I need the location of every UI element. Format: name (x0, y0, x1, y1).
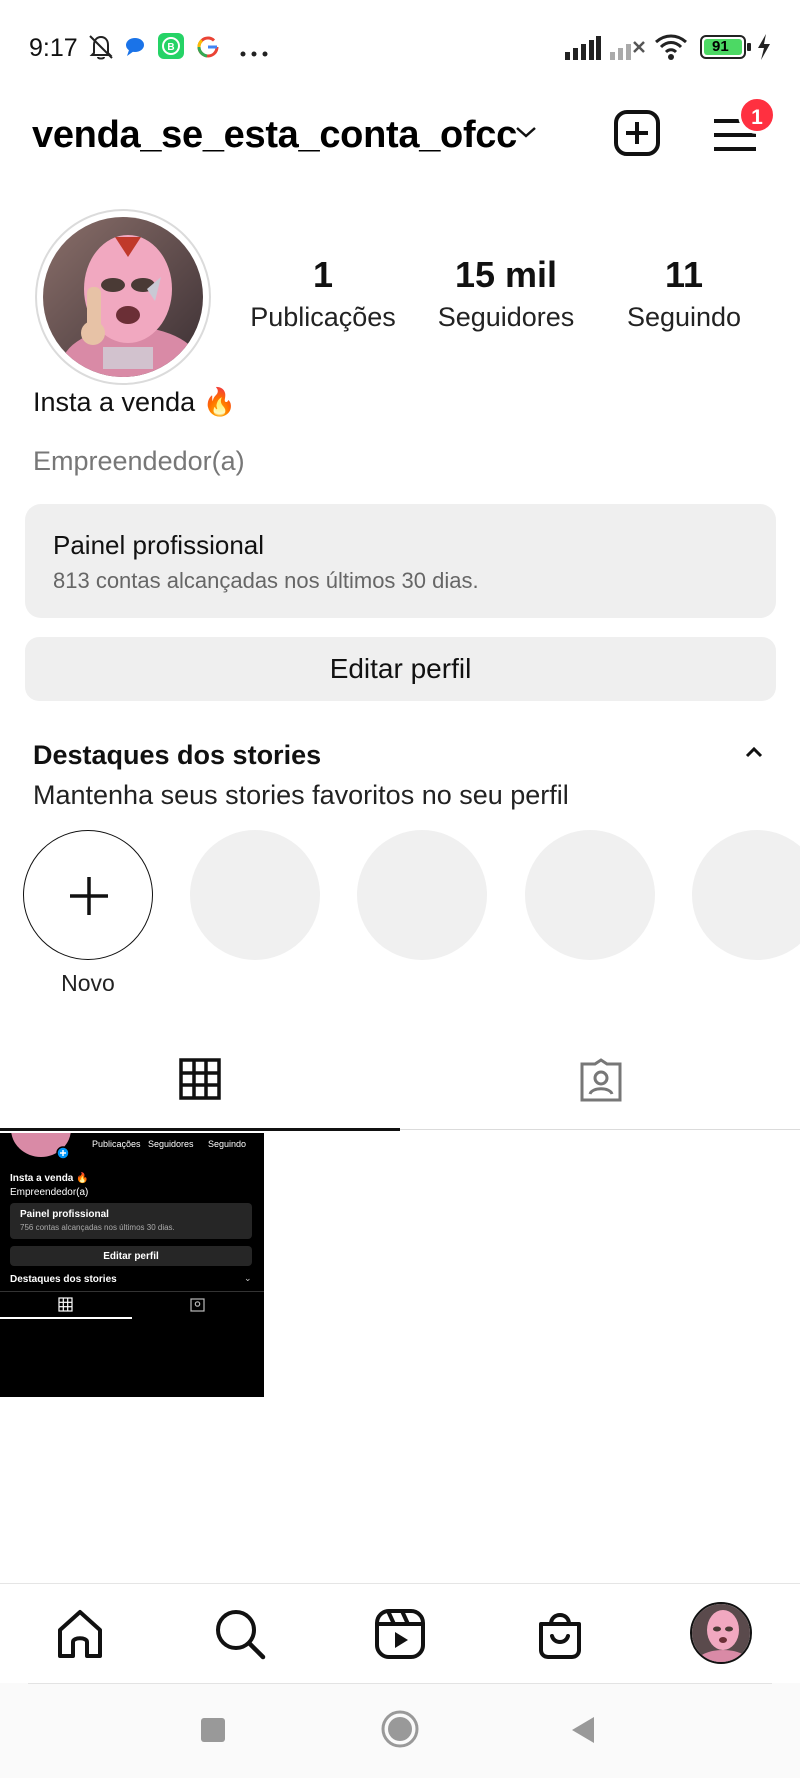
status-bar: 9:17 B 91 (0, 0, 800, 96)
home-icon[interactable] (52, 1606, 108, 1662)
stat-followers[interactable]: 15 mil Seguidores (416, 254, 596, 333)
thumbnail-tagged-icon (190, 1298, 205, 1312)
google-icon (196, 35, 220, 64)
thumbnail-edit-label: Editar perfil (103, 1251, 159, 1262)
profile-category: Empreendedor(a) (33, 446, 245, 476)
professional-panel-subtitle: 813 contas alcançadas nos últimos 30 dia… (53, 568, 479, 593)
profile-header: venda_se_esta_conta_ofcc 1 (0, 96, 800, 206)
thumbnail-panel-subtitle: 756 contas alcançadas nos últimos 30 dia… (20, 1223, 175, 1232)
thumbnail-stat-label: Seguindo (208, 1139, 247, 1149)
thumbnail-avatar (11, 1133, 71, 1159)
highlight-placeholder (525, 830, 655, 960)
status-time: 9:17 (29, 34, 78, 62)
thumbnail-highlights-title: Destaques dos stories (10, 1274, 117, 1285)
new-highlight-label: Novo (61, 970, 115, 996)
grid-icon (179, 1058, 221, 1100)
plus-icon (70, 877, 108, 915)
stat-posts[interactable]: 1 Publicações (238, 254, 408, 333)
back-icon[interactable] (570, 1715, 596, 1745)
username-switcher[interactable]: venda_se_esta_conta_ofcc (32, 114, 517, 157)
thumbnail-name: Insta a venda 🔥 (10, 1173, 89, 1184)
new-post-icon[interactable] (612, 108, 662, 158)
signal-icon (565, 36, 601, 65)
profile-avatar[interactable] (690, 1602, 752, 1664)
thumbnail-stat-label: Publicações (92, 1139, 141, 1149)
search-icon[interactable] (212, 1606, 268, 1662)
stat-posts-value: 1 (312, 254, 334, 295)
edit-profile-button[interactable]: Editar perfil (25, 637, 776, 701)
battery-level: 91 (712, 38, 729, 55)
thumbnail-category: Empreendedor(a) (10, 1187, 89, 1198)
chevron-up-icon[interactable] (744, 745, 764, 764)
highlights-subtitle: Mantenha seus stories favoritos no seu p… (33, 780, 569, 810)
svg-text:B: B (167, 42, 174, 53)
active-tab-indicator (0, 1128, 400, 1131)
professional-panel-title: Painel profissional (53, 530, 265, 560)
shop-icon[interactable] (532, 1606, 588, 1662)
bell-off-icon (86, 32, 116, 67)
highlight-placeholder (357, 830, 487, 960)
thumbnail-tab-indicator (0, 1317, 132, 1319)
new-highlight-button[interactable] (23, 830, 153, 960)
tab-posts-grid[interactable] (0, 1040, 400, 1131)
notification-badge: 1 (738, 96, 776, 134)
professional-panel[interactable]: Painel profissional 813 contas alcançada… (25, 504, 776, 618)
home-button-icon[interactable] (381, 1710, 419, 1748)
stat-following-label: Seguindo (626, 302, 742, 332)
highlight-placeholder (190, 830, 320, 960)
wifi-icon (654, 33, 688, 66)
thumbnail-divider (0, 1291, 264, 1292)
highlights-title: Destaques dos stories (33, 740, 322, 770)
system-navigation-bar (0, 1683, 800, 1778)
post-thumbnail[interactable]: Publicações Seguidores Seguindo Insta a … (0, 1133, 264, 1397)
tagged-icon (580, 1058, 622, 1102)
recents-icon[interactable] (200, 1717, 226, 1743)
bottom-navigation (0, 1583, 800, 1683)
profile-tabs (0, 1040, 800, 1131)
stat-following-value: 11 (664, 254, 704, 295)
divider (28, 1683, 772, 1684)
stat-followers-value: 15 mil (454, 254, 558, 295)
message-icon (124, 36, 146, 63)
reels-icon[interactable] (372, 1606, 428, 1662)
charging-icon (756, 34, 772, 65)
stat-followers-label: Seguidores (437, 302, 575, 332)
more-icon (240, 44, 270, 62)
thumbnail-stat-label: Seguidores (148, 1139, 194, 1149)
chevron-down-icon[interactable] (514, 124, 538, 145)
thumbnail-chevron-icon: ⌄ (244, 1273, 252, 1283)
thumbnail-grid-icon (58, 1297, 73, 1312)
thumbnail-panel: Painel profissional 756 contas alcançada… (10, 1203, 252, 1239)
highlight-placeholder (692, 830, 800, 960)
signal-no-service-icon (610, 36, 646, 65)
stat-following[interactable]: 11 Seguindo (604, 254, 764, 333)
thumbnail-panel-title: Painel profissional (20, 1209, 109, 1220)
profile-name: Insta a venda 🔥 (33, 387, 237, 417)
avatar[interactable] (35, 209, 211, 385)
thumbnail-edit-button: Editar perfil (10, 1246, 252, 1266)
whatsapp-business-icon: B (158, 33, 184, 64)
stat-posts-label: Publicações (250, 302, 396, 332)
tab-tagged[interactable] (400, 1040, 800, 1130)
